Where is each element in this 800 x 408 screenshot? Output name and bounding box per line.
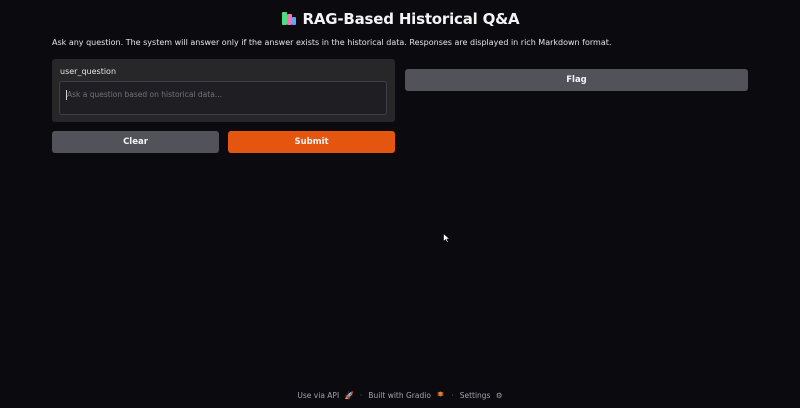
gradio-logo-icon: [436, 391, 445, 400]
use-via-api-label: Use via API: [297, 391, 340, 400]
page-title: RAG-Based Historical Q&A: [0, 9, 800, 29]
rocket-icon: 🚀: [344, 391, 354, 400]
question-textbox[interactable]: Ask a question based on historical data.…: [59, 81, 387, 115]
use-via-api-link[interactable]: Use via API 🚀: [297, 391, 354, 400]
footer: Use via API 🚀 · Built with Gradio · Sett…: [0, 391, 800, 400]
books-icon: [281, 11, 297, 27]
question-input-panel: user_question Ask a question based on hi…: [52, 59, 395, 122]
footer-separator: ·: [451, 391, 454, 400]
question-label: user_question: [60, 67, 117, 76]
built-with-gradio-label: Built with Gradio: [368, 391, 431, 400]
description-text: Ask any question. The system will answer…: [52, 38, 612, 47]
footer-separator: ·: [359, 391, 363, 400]
mouse-cursor-icon: [443, 233, 451, 243]
clear-button[interactable]: Clear: [52, 131, 219, 153]
title-text: RAG-Based Historical Q&A: [302, 10, 520, 28]
settings-link[interactable]: Settings ⚙: [460, 391, 503, 400]
flag-button[interactable]: Flag: [405, 69, 748, 91]
settings-label: Settings: [459, 391, 491, 400]
built-with-gradio-link[interactable]: Built with Gradio: [368, 391, 445, 400]
question-placeholder: Ask a question based on historical data.…: [67, 90, 222, 99]
submit-button[interactable]: Submit: [228, 131, 395, 153]
gear-icon: ⚙: [495, 391, 503, 400]
gradio-app: RAG-Based Historical Q&A Ask any questio…: [0, 0, 800, 408]
